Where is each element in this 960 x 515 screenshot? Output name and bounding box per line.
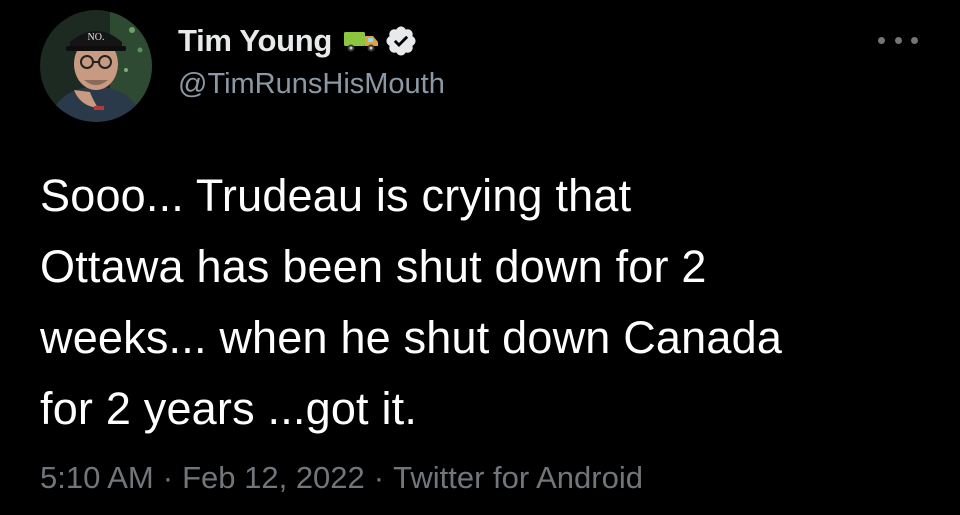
meta-separator: · [162,460,174,495]
avatar[interactable]: NO. [40,10,152,122]
avatar-image: NO. [40,10,152,122]
more-dot [878,36,885,44]
avatar-cap-text: NO. [88,32,105,43]
tweet-text-line: weeks... when he shut down Canada [40,312,783,363]
tweet-text-line: for 2 years ...got it. [40,383,418,434]
verified-badge-icon [384,24,418,58]
truck-icon [342,26,380,56]
name-row: Tim Young [178,20,445,62]
tweet-metadata: 5:10 AM · Feb 12, 2022 · Twitter for Android [40,460,643,496]
meta-separator: · [373,460,385,495]
tweet-source[interactable]: Twitter for Android [393,460,643,495]
more-dot [911,36,918,44]
author-handle[interactable]: @TimRunsHisMouth [178,68,445,101]
tweet-card: NO. Tim Young @TimRunsHisMouth Sooo... T… [0,0,960,515]
more-horizontal-icon[interactable] [878,30,918,50]
tweet-time[interactable]: 5:10 AM [40,460,154,495]
display-name[interactable]: Tim Young [178,23,332,59]
tweet-text: Sooo... Trudeau is crying that Ottawa ha… [40,160,935,444]
tweet-header: Tim Young @TimRunsHisMouth [178,20,445,101]
tweet-date[interactable]: Feb 12, 2022 [182,460,365,495]
more-dot [894,36,902,44]
tweet-text-line: Ottawa has been shut down for 2 [40,241,707,292]
tweet-text-line: Sooo... Trudeau is crying that [40,170,632,221]
